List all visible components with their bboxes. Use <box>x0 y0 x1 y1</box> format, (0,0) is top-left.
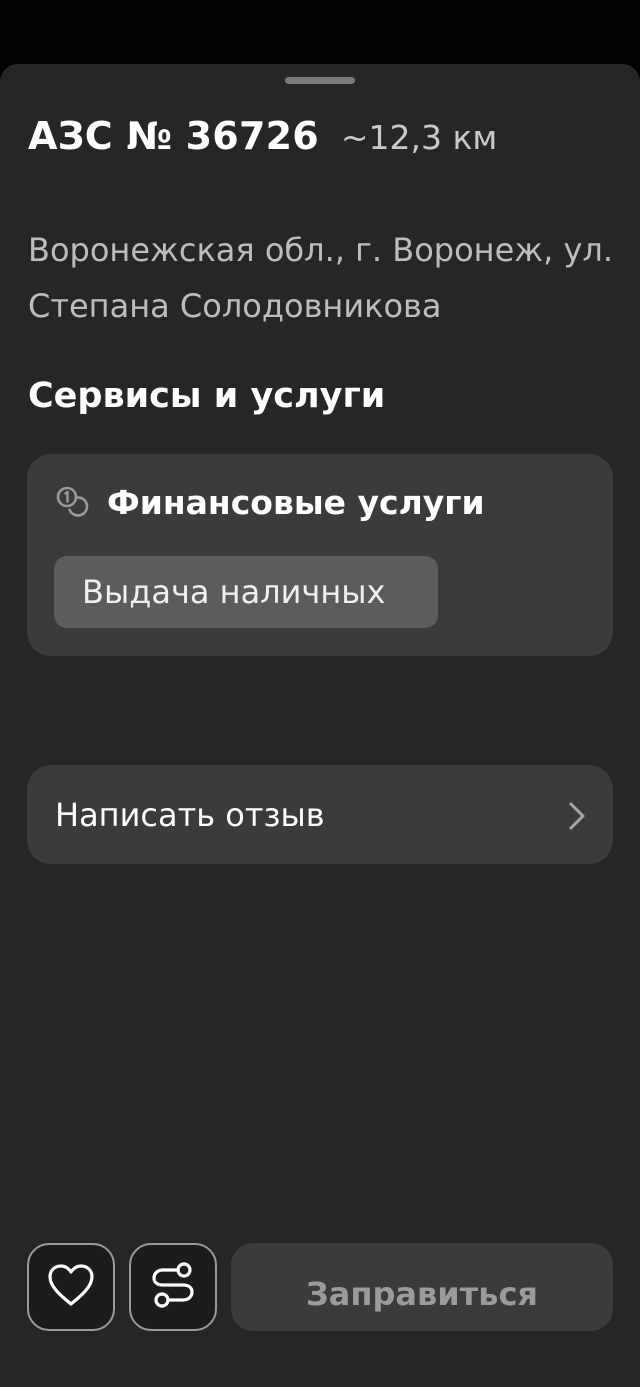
services-section-title: Сервисы и услуги <box>28 376 386 416</box>
write-review-label: Написать отзыв <box>55 795 325 834</box>
coins-icon <box>53 482 93 522</box>
write-review-button[interactable]: Написать отзыв <box>27 765 613 864</box>
route-icon <box>149 1260 197 1314</box>
sheet-drag-handle[interactable] <box>285 77 355 84</box>
station-distance: ~12,3 км <box>340 118 498 157</box>
route-button[interactable] <box>129 1243 217 1331</box>
action-bar: Заправиться <box>0 1243 640 1333</box>
refuel-button-label: Заправиться <box>306 1275 538 1313</box>
station-address: Воронежская обл., г. Воронеж, ул. Степан… <box>28 231 614 325</box>
financial-services-title: Финансовые услуги <box>107 482 485 522</box>
refuel-button[interactable]: Заправиться <box>231 1243 613 1331</box>
service-chip-cash-withdrawal: Выдача наличных <box>54 556 438 628</box>
status-bar <box>0 0 640 64</box>
heart-icon <box>46 1262 96 1312</box>
station-bottom-sheet: АЗС № 36726 ~12,3 км Воронежская обл., г… <box>0 64 640 1387</box>
financial-services-card: Финансовые услуги Выдача наличных <box>27 454 613 656</box>
financial-services-header: Финансовые услуги <box>53 482 485 522</box>
station-name: АЗС № 36726 <box>28 114 319 158</box>
chevron-right-icon <box>569 800 585 830</box>
station-header: АЗС № 36726 ~12,3 км <box>28 114 497 164</box>
favorite-button[interactable] <box>27 1243 115 1331</box>
